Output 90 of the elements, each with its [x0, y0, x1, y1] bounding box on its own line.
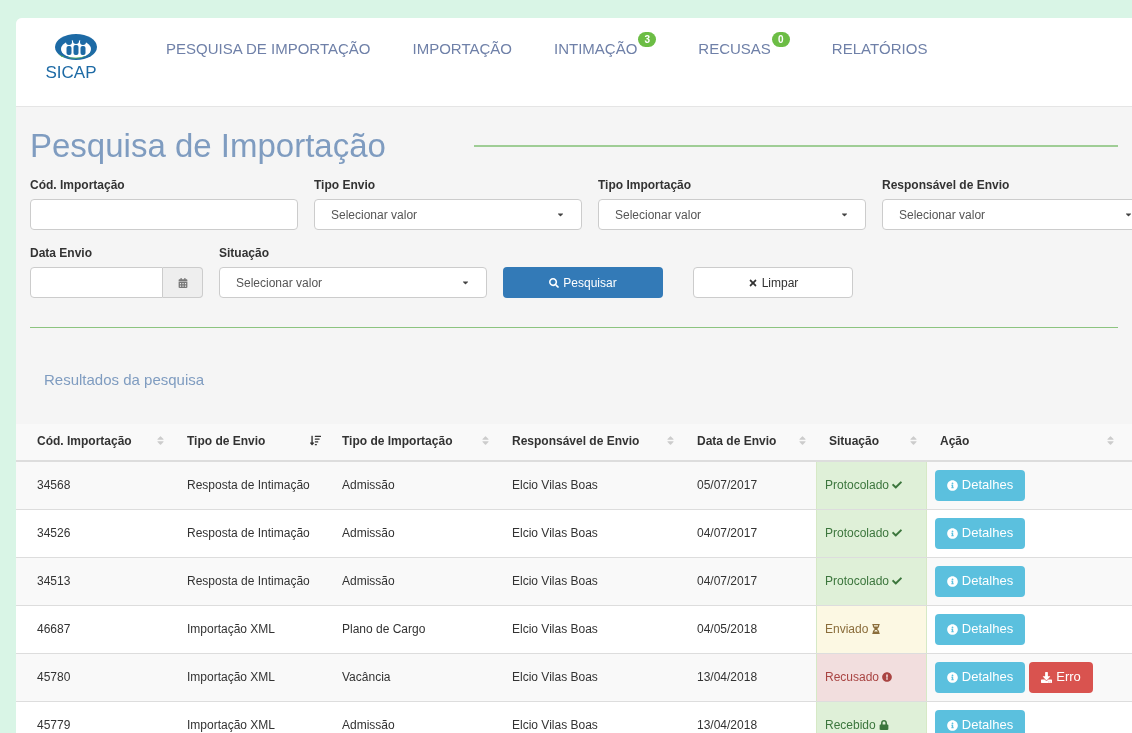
error-button[interactable]: Erro	[1029, 661, 1093, 693]
column-header[interactable]: Situação	[816, 431, 927, 460]
table-cell-text: 04/07/2017	[697, 573, 758, 590]
table-cell-text: 45779	[37, 717, 71, 733]
table-cell-text: 05/07/2017	[697, 477, 758, 494]
table-cell-text: Resposta de Intimação	[187, 477, 310, 494]
logo-icon	[54, 32, 98, 62]
table-cell-text: Importação XML	[187, 669, 276, 686]
field-label: Tipo Envio	[314, 177, 377, 194]
calendar-icon	[177, 277, 188, 288]
table-cell-text: Importação XML	[187, 621, 276, 638]
check-icon	[892, 576, 903, 586]
table-cell-text: Elcio Vilas Boas	[512, 573, 598, 590]
table-cell-text: Resposta de Intimação	[187, 525, 310, 542]
status-cell: Recebido	[816, 701, 927, 733]
column-header[interactable]: Tipo de Envio	[174, 431, 329, 460]
select-field[interactable]: Selecionar valor	[314, 199, 582, 230]
check-icon	[892, 480, 903, 490]
date-field[interactable]	[30, 267, 163, 298]
count-badge: 3	[638, 32, 657, 47]
select-field[interactable]: Selecionar valor	[882, 199, 1132, 230]
info-icon	[946, 527, 958, 539]
status-cell: Protocolado	[816, 509, 927, 557]
table-cell-text: Elcio Vilas Boas	[512, 477, 598, 494]
column-header[interactable]: Responsável de Envio	[499, 431, 684, 460]
field-label: Data Envio	[30, 245, 93, 262]
table-cell-text: 34526	[37, 525, 71, 542]
table-cell-text: Admissão	[342, 525, 395, 542]
table-cell-text: 46687	[37, 621, 71, 638]
table-cell-text: Elcio Vilas Boas	[512, 525, 598, 542]
table-cell-text: Importação XML	[187, 717, 276, 733]
info-icon	[946, 623, 958, 635]
calendar-button[interactable]	[163, 267, 203, 298]
lock-icon	[878, 720, 889, 730]
count-badge: 0	[771, 32, 790, 47]
select-field[interactable]: Selecionar valor	[219, 267, 487, 298]
page-title: Pesquisa de Importação	[30, 129, 386, 162]
table-cell-text: 04/07/2017	[697, 525, 758, 542]
status-cell: Recusado	[816, 653, 927, 701]
field-label: Cód. Importação	[30, 177, 126, 194]
table-cell-text: Elcio Vilas Boas	[512, 669, 598, 686]
info-icon	[946, 719, 958, 731]
results-title: Resultados da pesquisa	[44, 370, 206, 390]
table-cell-text: 04/05/2018	[697, 621, 758, 638]
nav-link[interactable]: IMPORTAÇÃO	[412, 38, 512, 61]
column-header[interactable]: Tipo de Importação	[329, 431, 499, 460]
field-label: Situação	[219, 245, 270, 262]
check-icon	[892, 528, 903, 538]
table-cell-text: Plano de Cargo	[342, 621, 426, 638]
close-icon	[747, 277, 758, 288]
status-cell: Enviado	[816, 605, 927, 653]
column-header[interactable]: Ação	[927, 431, 1124, 460]
nav-link[interactable]: INTIMAÇÃO	[553, 38, 638, 61]
nav-link[interactable]: RECUSAS	[698, 38, 771, 61]
table-cell-text: Vacância	[342, 669, 391, 686]
clear-button[interactable]: Limpar	[693, 267, 853, 298]
table-cell-text: Elcio Vilas Boas	[512, 621, 598, 638]
status-cell: Protocolado	[816, 557, 927, 605]
table-cell-text: 13/04/2018	[697, 669, 758, 686]
text-field[interactable]	[30, 199, 298, 230]
caret-icon	[461, 278, 470, 287]
caret-icon	[1124, 210, 1132, 219]
table-cell-text: 34513	[37, 573, 71, 590]
table-cell-text: Admissão	[342, 573, 395, 590]
table-cell-text: 13/04/2018	[697, 717, 758, 733]
nav-link[interactable]: RELATÓRIOS	[831, 38, 928, 61]
hourglass-icon	[871, 624, 882, 634]
info-icon	[946, 575, 958, 587]
field-label: Tipo Importação	[598, 177, 693, 194]
column-header[interactable]: Data de Envio	[684, 431, 816, 460]
exclamation-icon	[882, 672, 893, 682]
info-icon	[946, 479, 958, 491]
table-cell-text: 45780	[37, 669, 71, 686]
table-cell-text: 34568	[37, 477, 71, 494]
logo-text: SICAP	[45, 64, 97, 81]
field-label: Responsável de Envio	[882, 177, 1011, 194]
caret-icon	[840, 210, 849, 219]
info-icon	[946, 671, 958, 683]
table-cell-text: Admissão	[342, 477, 395, 494]
table-cell-text: Resposta de Intimação	[187, 573, 310, 590]
select-field[interactable]: Selecionar valor	[598, 199, 866, 230]
table-cell-text: Elcio Vilas Boas	[512, 717, 598, 733]
search-icon	[549, 277, 560, 288]
download-icon	[1041, 671, 1053, 683]
column-header[interactable]: Cód. Importação	[24, 431, 174, 460]
status-cell: Protocolado	[816, 461, 927, 509]
table-cell-text: Admissão	[342, 717, 395, 733]
nav-link[interactable]: PESQUISA DE IMPORTAÇÃO	[166, 38, 371, 61]
caret-icon	[556, 210, 565, 219]
search-button[interactable]: Pesquisar	[503, 267, 663, 298]
